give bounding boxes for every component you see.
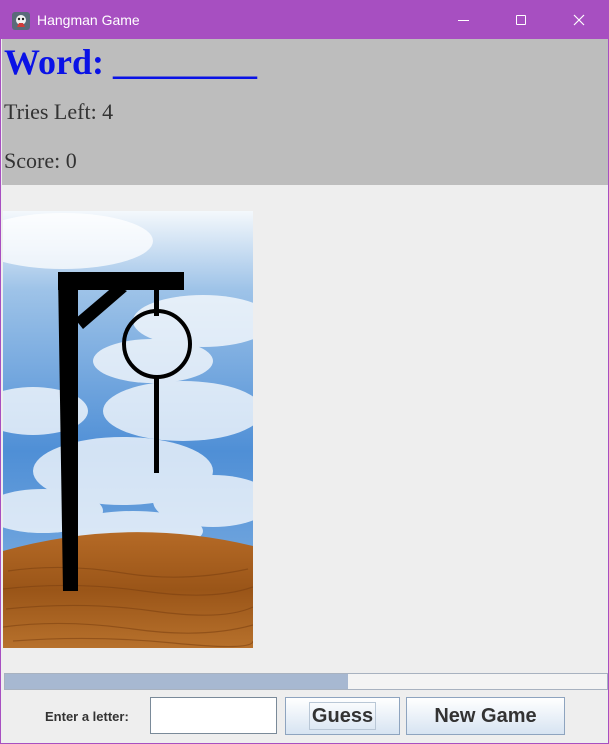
hangman-drawing: [3, 211, 253, 648]
new-game-button[interactable]: New Game: [406, 697, 565, 735]
maximize-button[interactable]: [492, 1, 550, 39]
minimize-button[interactable]: [434, 1, 492, 39]
tries-left-label: Tries Left: 4: [4, 99, 114, 124]
title-bar[interactable]: Hangman Game: [1, 1, 608, 39]
maximize-icon: [516, 15, 526, 25]
enter-letter-label: Enter a letter:: [45, 709, 129, 724]
progress-fill: [5, 674, 349, 689]
info-panel: Word: ________ Tries Left: 4 Score: 0: [2, 39, 608, 185]
guess-button-label: Guess: [308, 702, 377, 730]
ground: [3, 532, 253, 648]
window-title: Hangman Game: [37, 12, 140, 28]
input-panel: Enter a letter: Guess New Game: [2, 691, 608, 744]
close-button[interactable]: [550, 1, 608, 39]
minimize-icon: [457, 19, 469, 21]
progress-bar: [4, 673, 608, 690]
app-icon: [12, 12, 30, 30]
app-window: Hangman Game Word: ________ Tries Left: …: [0, 0, 609, 744]
letter-input[interactable]: [150, 697, 277, 734]
word-display: Word: ________: [4, 42, 258, 82]
hangman-body: [154, 376, 159, 473]
close-icon: [573, 14, 585, 26]
score-label: Score: 0: [4, 148, 77, 173]
guess-button[interactable]: Guess: [285, 697, 400, 735]
